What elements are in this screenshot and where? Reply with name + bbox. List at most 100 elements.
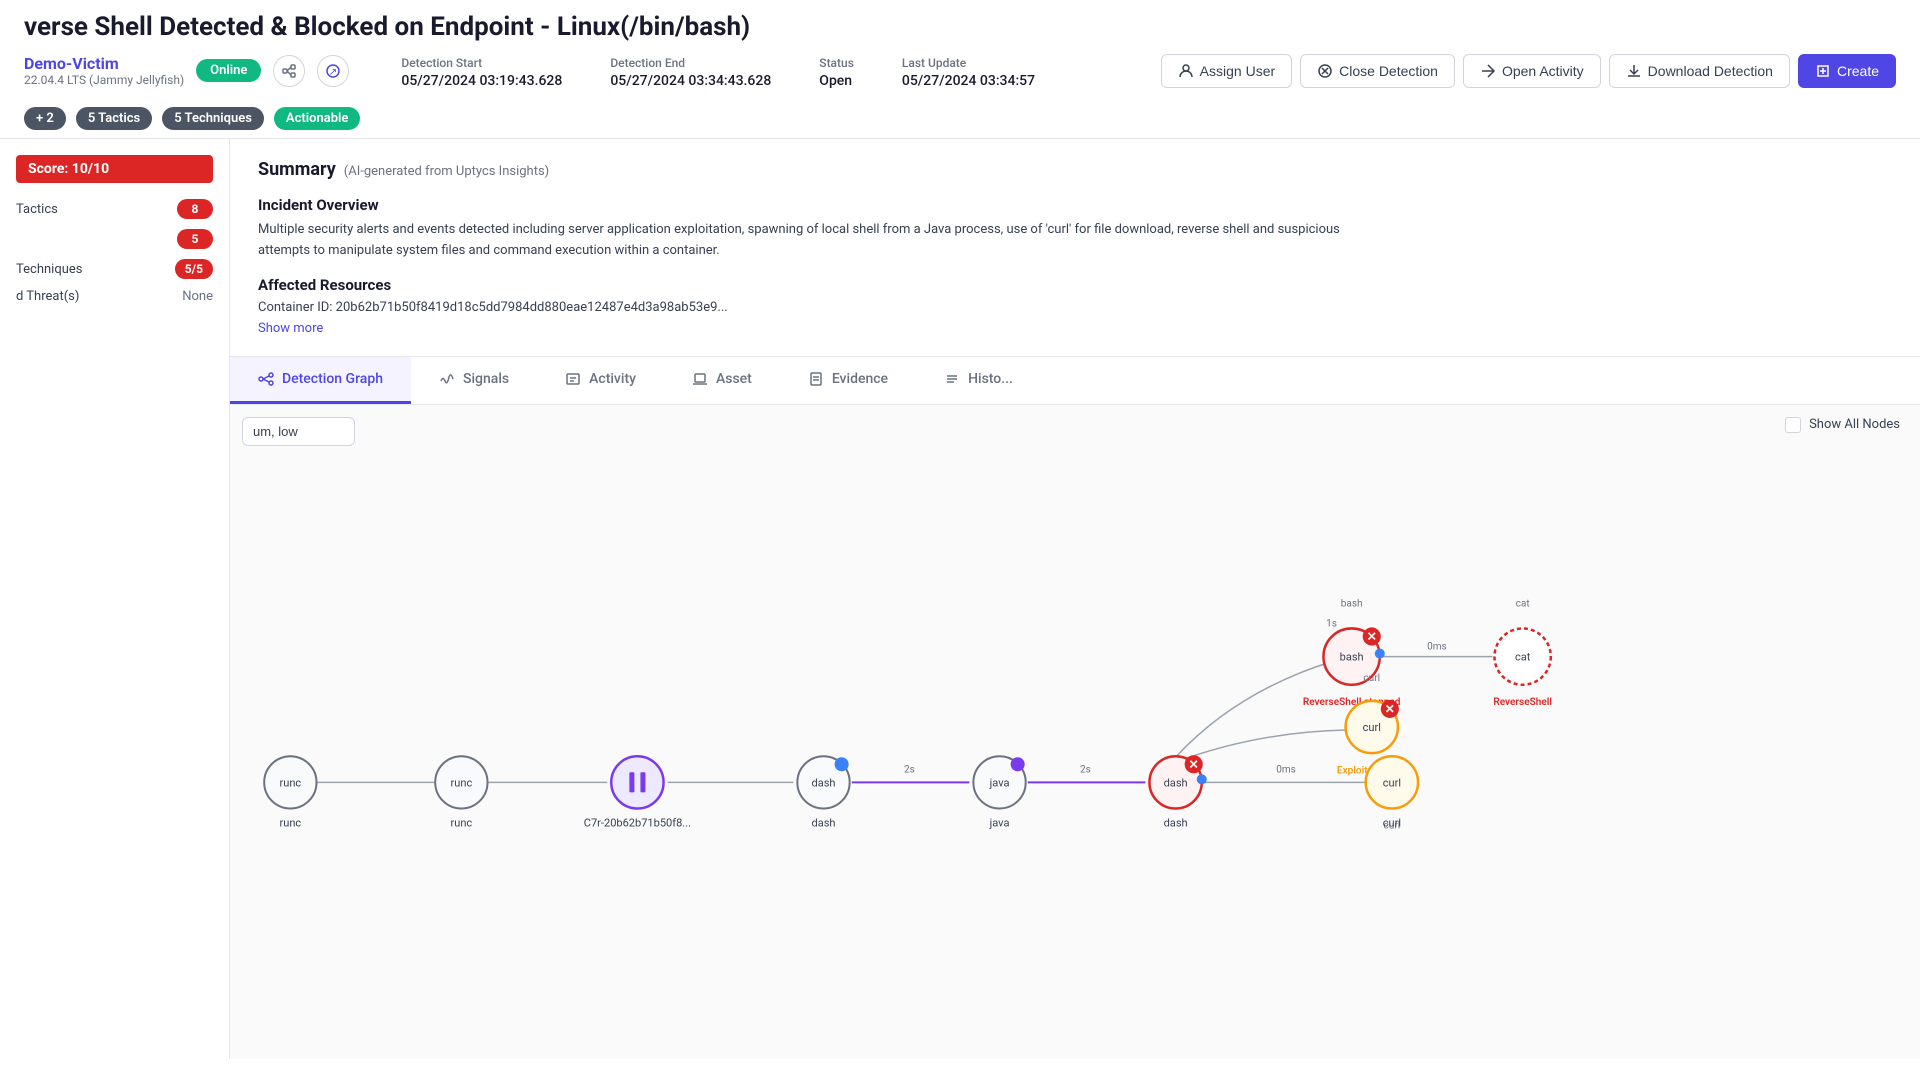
threat-label: d Threat(s) bbox=[16, 289, 79, 304]
tab-history-label: Histo... bbox=[968, 371, 1013, 387]
create-button[interactable]: Create bbox=[1798, 54, 1896, 88]
edge-dash2-curlexploit bbox=[1176, 730, 1347, 762]
tab-activity-label: Activity bbox=[589, 371, 636, 387]
download-detection-button[interactable]: Download Detection bbox=[1609, 54, 1790, 88]
node-cat-reverse[interactable]: cat ReverseShell cat bbox=[1493, 598, 1552, 708]
node-bash-stopped[interactable]: bash ✕ ReverseShell stopped bash bbox=[1303, 598, 1401, 708]
node-java[interactable]: java bbox=[973, 756, 1025, 808]
assign-user-button[interactable]: Assign User bbox=[1161, 54, 1292, 88]
meta-info: Detection Start 05/27/2024 03:19:43.628 … bbox=[401, 52, 1035, 89]
tag-actionable[interactable]: Actionable bbox=[274, 107, 361, 130]
graph-toolbar: um, low medium, low high bbox=[242, 417, 355, 446]
node-runc1-label: runc bbox=[279, 776, 301, 789]
online-badge: Online bbox=[196, 59, 261, 82]
status-label: Status bbox=[819, 56, 854, 70]
device-name[interactable]: Demo-Victim bbox=[24, 54, 184, 73]
detection-end-block: Detection End 05/27/2024 03:34:43.628 bbox=[610, 52, 771, 89]
detection-end-value: 05/27/2024 03:34:43.628 bbox=[610, 73, 771, 89]
detection-start-label: Detection Start bbox=[401, 56, 482, 70]
node-dash1-dot bbox=[835, 757, 849, 771]
assign-user-label: Assign User bbox=[1200, 63, 1275, 79]
label-java-bottom: java bbox=[989, 816, 1010, 829]
header-row: Demo-Victim 22.04.4 LTS (Jammy Jellyfish… bbox=[24, 52, 1896, 89]
tactics-value: 8 bbox=[177, 199, 213, 219]
tag-tactics[interactable]: 5 Tactics bbox=[76, 107, 152, 130]
incident-text: Multiple security alerts and events dete… bbox=[258, 220, 1358, 262]
bash-process-label: 1s bbox=[1326, 618, 1337, 629]
summary-section: Summary (AI-generated from Uptycs Insigh… bbox=[230, 139, 1920, 357]
edge-label-0ms-2: 0ms bbox=[1427, 641, 1447, 652]
left-panel: Score: 10/10 Tactics 8 5 Techniques 5/5 … bbox=[0, 139, 230, 1059]
open-activity-button[interactable]: Open Activity bbox=[1463, 54, 1601, 88]
action-buttons: Assign User Close Detection Open Activit… bbox=[1161, 54, 1896, 88]
tab-history[interactable]: Histo... bbox=[916, 357, 1041, 404]
device-menu-icon[interactable]: ↗ bbox=[317, 55, 349, 87]
node-dash2[interactable]: dash ✕ bbox=[1149, 755, 1206, 808]
tabs-bar: Detection Graph Signals Activity Asset E… bbox=[230, 357, 1920, 405]
tab-evidence-label: Evidence bbox=[832, 371, 888, 387]
node-curl-main-label: curl bbox=[1383, 776, 1401, 789]
node-runc2[interactable]: runc bbox=[435, 756, 487, 808]
graph-svg: 2s 2s 0ms 0ms 1s bbox=[230, 455, 1920, 1059]
detection-start-value: 05/27/2024 03:19:43.628 bbox=[401, 73, 562, 89]
node-cat-inner-label: cat bbox=[1515, 650, 1531, 663]
tab-activity[interactable]: Activity bbox=[537, 357, 664, 404]
tab-evidence[interactable]: Evidence bbox=[780, 357, 916, 404]
node-dash2-label: dash bbox=[1164, 776, 1188, 789]
tag-techniques[interactable]: 5 Techniques bbox=[162, 107, 264, 130]
device-topology-icon[interactable] bbox=[273, 55, 305, 87]
last-update-value: 05/27/2024 03:34:57 bbox=[902, 73, 1035, 89]
affected-resources-title: Affected Resources bbox=[258, 276, 1892, 294]
node-cat-reverse-label: ReverseShell bbox=[1493, 696, 1552, 707]
svg-text:✕: ✕ bbox=[1189, 757, 1199, 771]
node-dash2-blue-dot bbox=[1197, 774, 1207, 784]
node-runc1[interactable]: runc bbox=[264, 756, 316, 808]
device-info: Demo-Victim 22.04.4 LTS (Jammy Jellyfish… bbox=[24, 54, 184, 87]
threat-stat-row: d Threat(s) None bbox=[16, 289, 213, 304]
tab-signals[interactable]: Signals bbox=[411, 357, 537, 404]
node-c7r[interactable]: C7r-20b62b71b50f8... bbox=[584, 756, 691, 829]
show-all-nodes: Show All Nodes bbox=[1785, 417, 1900, 433]
node-curl-exploit-inner-label: curl bbox=[1363, 721, 1381, 734]
node-cat-process-name: cat bbox=[1516, 598, 1530, 609]
node-dash1[interactable]: dash bbox=[797, 756, 849, 808]
svg-text:↗: ↗ bbox=[329, 67, 337, 78]
techniques-value: 5/5 bbox=[175, 259, 213, 279]
detection-end-label: Detection End bbox=[610, 56, 685, 70]
container-id: Container ID: 20b62b71b50f8419d18c5dd798… bbox=[258, 300, 1892, 315]
tab-asset[interactable]: Asset bbox=[664, 357, 780, 404]
node-c7r-label: C7r-20b62b71b50f8... bbox=[584, 816, 691, 829]
label-runc1-bottom: runc bbox=[279, 816, 301, 829]
label-dash1-bottom: dash bbox=[811, 816, 835, 829]
close-detection-button[interactable]: Close Detection bbox=[1300, 54, 1455, 88]
status-block: Status Open bbox=[819, 52, 854, 89]
node-java-dot bbox=[1011, 757, 1025, 771]
device-os: 22.04.4 LTS (Jammy Jellyfish) bbox=[24, 73, 184, 87]
tags-row: + 2 5 Tactics 5 Techniques Actionable bbox=[24, 99, 1896, 130]
filter-select[interactable]: um, low medium, low high bbox=[242, 417, 355, 446]
incident-overview-title: Incident Overview bbox=[258, 196, 1892, 214]
techniques-stat-row: Techniques 5/5 bbox=[16, 259, 213, 279]
create-label: Create bbox=[1837, 63, 1879, 79]
svg-text:✕: ✕ bbox=[1367, 629, 1377, 643]
right-panel: Summary (AI-generated from Uptycs Insigh… bbox=[230, 139, 1920, 1059]
tag-plus2[interactable]: + 2 bbox=[24, 107, 66, 130]
stat-row-2: 5 bbox=[16, 229, 213, 249]
label-runc2-bottom: runc bbox=[451, 816, 473, 829]
show-all-nodes-label: Show All Nodes bbox=[1809, 417, 1900, 432]
score-bar: Score: 10/10 bbox=[16, 155, 213, 183]
edge-label-2s-2: 2s bbox=[1080, 764, 1091, 775]
top-header: verse Shell Detected & Blocked on Endpoi… bbox=[0, 0, 1920, 139]
detection-start-block: Detection Start 05/27/2024 03:19:43.628 bbox=[401, 52, 562, 89]
tab-detection-graph[interactable]: Detection Graph bbox=[230, 357, 411, 404]
main-content: Score: 10/10 Tactics 8 5 Techniques 5/5 … bbox=[0, 139, 1920, 1059]
show-more-link[interactable]: Show more bbox=[258, 321, 323, 336]
label-dash2-bottom: dash bbox=[1164, 816, 1188, 829]
stat-value-2: 5 bbox=[177, 229, 213, 249]
node-runc2-label: runc bbox=[451, 776, 473, 789]
techniques-label: Techniques bbox=[16, 262, 83, 277]
show-all-nodes-checkbox[interactable] bbox=[1785, 417, 1801, 433]
tactics-stat-row: Tactics 8 bbox=[16, 199, 213, 219]
tactics-label: Tactics bbox=[16, 202, 58, 217]
edge-label-0ms-1: 0ms bbox=[1276, 764, 1296, 775]
